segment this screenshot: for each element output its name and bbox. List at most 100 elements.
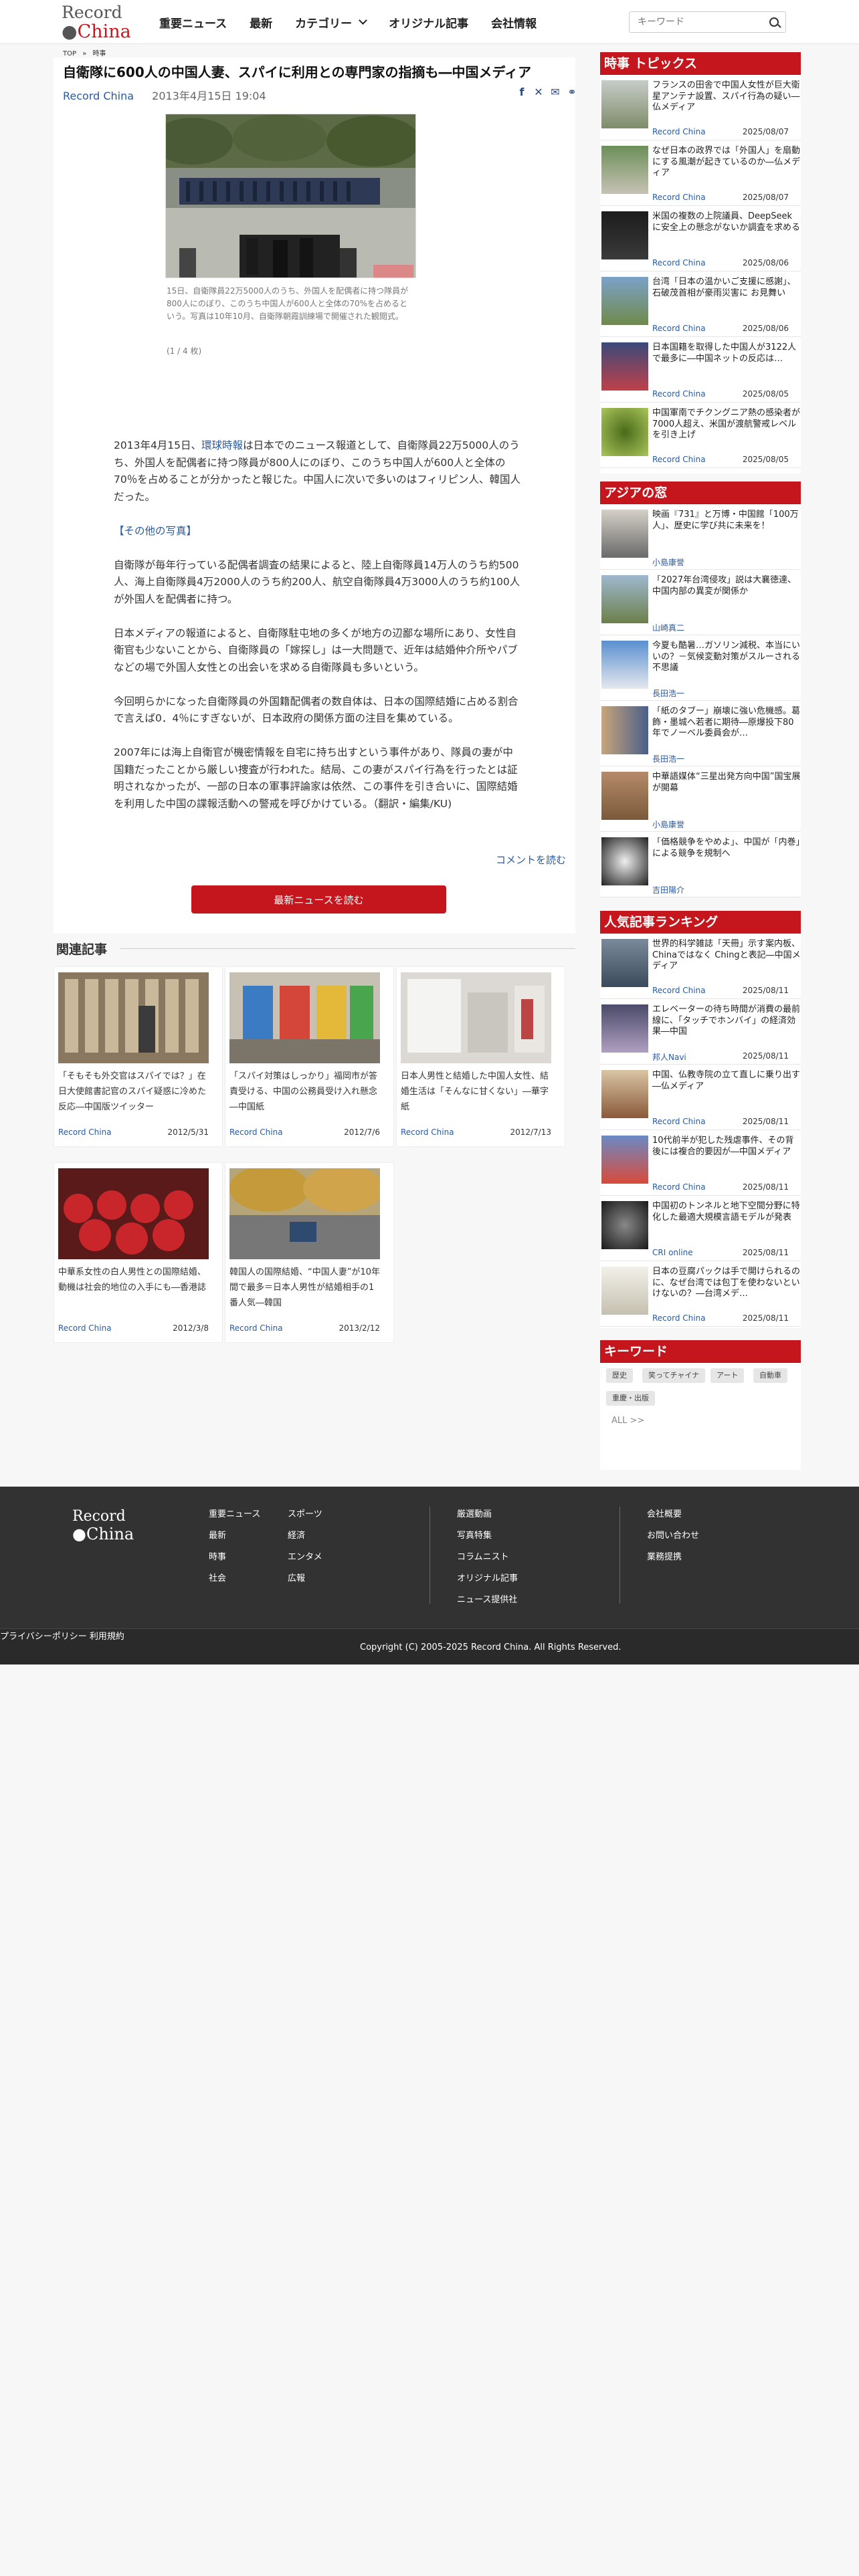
related-card-date: 2012/5/31 (167, 1128, 209, 1137)
article-photo[interactable] (165, 114, 416, 278)
footer-link[interactable]: 業務提携 (647, 1549, 682, 1562)
column-item[interactable]: 今夏も酷暑…ガソリン減税、本当にいいの？－気候変動対策がスルーされる不思議 長田… (600, 635, 801, 701)
photo-count: (1 / 4 枚) (167, 346, 202, 356)
all-keywords-link[interactable]: ALL >> (611, 1416, 644, 1426)
ranking-thumbnail (601, 1004, 648, 1053)
column-title: 今夏も酷暑…ガソリン減税、本当にいいの？－気候変動対策がスルーされる不思議 (652, 641, 801, 673)
column-item[interactable]: 「紙のタブー」崩壊に強い危機感。葛飾・墨城へ若者に期待―原爆投下80年でノーベル… (600, 701, 801, 766)
read-comments-link[interactable]: コメントを読む (496, 853, 566, 867)
link-icon[interactable]: ⚭ (567, 87, 577, 98)
ranking-item[interactable]: 中国初のトンネルと地下空間分野に特化した最適大規模言語モデルが発表 CRI on… (600, 1196, 801, 1261)
keyword-tag[interactable]: 自動車 (753, 1368, 787, 1383)
column-author: 山崎真二 (652, 623, 685, 633)
asia-window-heading: アジアの窓 (600, 481, 801, 504)
topics-heading: 時事 トピックス (600, 52, 801, 75)
footer-link[interactable]: 会社概要 (647, 1507, 682, 1519)
inline-source-link[interactable]: 環球時報 (201, 439, 243, 451)
nav-item-latest[interactable]: 最新 (250, 14, 272, 31)
topic-source: Record China (652, 127, 706, 136)
ranking-thumbnail (601, 1201, 648, 1249)
topic-item[interactable]: 日本国籍を取得した中国人が3122人で最多に―中国ネットの反応は… Record… (600, 337, 801, 403)
topic-date: 2025/08/05 (742, 455, 789, 464)
column-item[interactable]: 「価格競争をやめよ」、中国が「内巻」による競争を規制へ 吉田陽介 (600, 832, 801, 897)
privacy-policy-link[interactable]: プライバシーポリシー (0, 1632, 87, 1642)
nav-item-important[interactable]: 重要ニュース (159, 14, 227, 31)
ranking-item[interactable]: 10代前半が犯した残虐事件、その背後には複合的要因が―中国メディア Record… (600, 1130, 801, 1196)
keyword-tag[interactable]: 歴史 (606, 1368, 633, 1383)
related-card-source: Record China (229, 1323, 283, 1333)
search-input[interactable] (630, 12, 757, 32)
related-card[interactable]: 韓国人の国際結婚、“中国人妻”が10年間で最多＝日本人男性が結婚相手の1番人気―… (225, 1162, 394, 1343)
related-card-image (58, 1168, 209, 1259)
article-paragraph: 今回明らかになった自衛隊員の外国籍配偶者の数自体は、日本の国際結婚に占める割合で… (114, 695, 518, 725)
column-author: 長田浩一 (652, 689, 685, 698)
footer-link[interactable]: ニュース提供社 (457, 1592, 517, 1605)
topic-date: 2025/08/06 (742, 258, 789, 267)
topic-item[interactable]: 米国の複数の上院議員、DeepSeekに安全上の懸念がないか調査を求める Rec… (600, 206, 801, 272)
mail-icon[interactable]: ✉ (550, 87, 561, 98)
footer-link[interactable]: コラムニスト (457, 1549, 509, 1562)
site-logo[interactable]: Record ●China (62, 3, 138, 42)
footer-link[interactable]: 厳選動画 (457, 1507, 492, 1519)
footer-link[interactable]: 最新 (209, 1528, 226, 1541)
ranking-date: 2025/08/11 (742, 1051, 789, 1061)
logo-text-bottom: ●China (62, 21, 131, 42)
facebook-icon[interactable]: f (516, 87, 527, 98)
footer-divider (619, 1507, 620, 1604)
related-card-title: 中華系女性の白人男性との国際結婚、動機は社会的地位の入手にも―香港誌 (58, 1267, 207, 1293)
ranking-item[interactable]: 中国、仏教寺院の立て直しに乗り出す―仏メディア Record China 202… (600, 1065, 801, 1130)
ranking-thumbnail (601, 939, 648, 987)
keyword-tag[interactable]: 重慶・出版 (606, 1391, 655, 1406)
topic-source: Record China (652, 193, 706, 202)
article-main: 自衛隊に600人の中国人妻、スパイに利用との専門家の指摘も―中国メディア Rec… (54, 58, 577, 934)
read-latest-news-button[interactable]: 最新ニュースを読む (191, 885, 446, 914)
search-icon[interactable] (769, 17, 779, 27)
related-card[interactable]: 日本人男性と結婚した中国人女性、結婚生活は「そんなに甘くない」―華字紙 Reco… (396, 966, 565, 1147)
topic-title: 日本国籍を取得した中国人が3122人で最多に―中国ネットの反応は… (652, 342, 797, 364)
terms-link[interactable]: 利用規約 (90, 1632, 124, 1642)
footer-link[interactable]: 時事 (209, 1549, 226, 1562)
footer-link[interactable]: 写真特集 (457, 1528, 492, 1541)
footer-link[interactable]: スポーツ (288, 1507, 322, 1519)
related-card[interactable]: 「スパイ対策はしっかり」福岡市が答責受ける、中国の公務員受け入れ懸念―中国紙 R… (225, 966, 394, 1147)
keyword-tag[interactable]: アート (710, 1368, 745, 1383)
keyword-tag[interactable]: 笑ってチャイナ (642, 1368, 706, 1383)
related-card-source: Record China (401, 1128, 454, 1137)
column-item[interactable]: 映画『731』と万博・中国館「100万人」、歴史に学び共に未来を！ 小島康誉 (600, 504, 801, 570)
footer-link[interactable]: 経済 (288, 1528, 305, 1541)
ranking-item[interactable]: 世界的科学雑誌「天冊」示す案内板、Chinaではなく Chingと表記―中国メデ… (600, 934, 801, 999)
footer-link[interactable]: 重要ニュース (209, 1507, 260, 1519)
ranking-item[interactable]: 日本の豆腐パックは手で開けられるのに、なぜ台湾では包丁を使わないといけないの？―… (600, 1261, 801, 1327)
column-item[interactable]: 中華語媒体“三星出発方向中国”国宝展が開幕 小島康誉 (600, 766, 801, 832)
nav-item-category[interactable]: カテゴリー (295, 14, 368, 31)
ranking-source: 邦人Navi (652, 1053, 686, 1062)
footer-link[interactable]: 広報 (288, 1571, 305, 1584)
breadcrumb-top[interactable]: TOP (63, 50, 76, 58)
nav-item-original[interactable]: オリジナル記事 (389, 14, 468, 31)
footer-link[interactable]: 社会 (209, 1571, 226, 1584)
topic-item[interactable]: フランスの田舎で中国人女性が巨大衛星アンテナ設置、スパイ行為の疑い―仏メディア … (600, 75, 801, 140)
topic-title: なぜ日本の政界では「外国人」を扇動にする風潮が起きているのか―仏メディア (652, 146, 801, 178)
topic-item[interactable]: なぜ日本の政界では「外国人」を扇動にする風潮が起きているのか―仏メディア Rec… (600, 140, 801, 206)
column-thumbnail (601, 772, 648, 820)
column-title: 映画『731』と万博・中国館「100万人」、歴史に学び共に未来を！ (652, 510, 799, 531)
x-icon[interactable]: ✕ (533, 87, 544, 98)
footer-link[interactable]: オリジナル記事 (457, 1571, 518, 1584)
article-source[interactable]: Record China (63, 90, 134, 102)
footer-link[interactable]: お問い合わせ (647, 1528, 699, 1541)
column-item[interactable]: 「2027年台湾侵攻」説は大襄徳達、中国内部の異変が関係か 山崎真二 (600, 570, 801, 635)
article-title: 自衛隊に600人の中国人妻、スパイに利用との専門家の指摘も―中国メディア (63, 64, 532, 80)
related-card[interactable]: 中華系女性の白人男性との国際結婚、動機は社会的地位の入手にも―香港誌 Recor… (54, 1162, 223, 1343)
topic-item[interactable]: 台湾「日本の温かいご支援に感謝」、石破茂首相が豪雨災害に お見舞い Record… (600, 272, 801, 337)
column-thumbnail (601, 706, 648, 754)
nav-item-company[interactable]: 会社情報 (491, 14, 537, 31)
footer-logo[interactable]: Record ●China (72, 1508, 139, 1545)
footer-link[interactable]: エンタメ (288, 1549, 322, 1562)
article-datetime: 2013年4月15日 19:04 (152, 90, 266, 102)
breadcrumb-current[interactable]: 時事 (93, 50, 106, 58)
more-photos-link[interactable]: 【その他の写真】 (114, 525, 197, 537)
topic-item[interactable]: 中国軍南でチクングニア熱の感染者が7000人超え、米国が渡航警戒レベルを引き上げ… (600, 403, 801, 468)
site-footer: Record ●China 重要ニュース 最新 時事 社会 スポーツ 経済 エン… (0, 1487, 859, 1628)
related-card[interactable]: 「そもそも外交官はスパイでは？」在日大使館書記官のスパイ疑惑に冷めた反応―中国版… (54, 966, 223, 1147)
ranking-item[interactable]: エレベーターの待ち時間が消費の最前線に、「タッチでホンバイ」の経済効果―中国 邦… (600, 999, 801, 1065)
